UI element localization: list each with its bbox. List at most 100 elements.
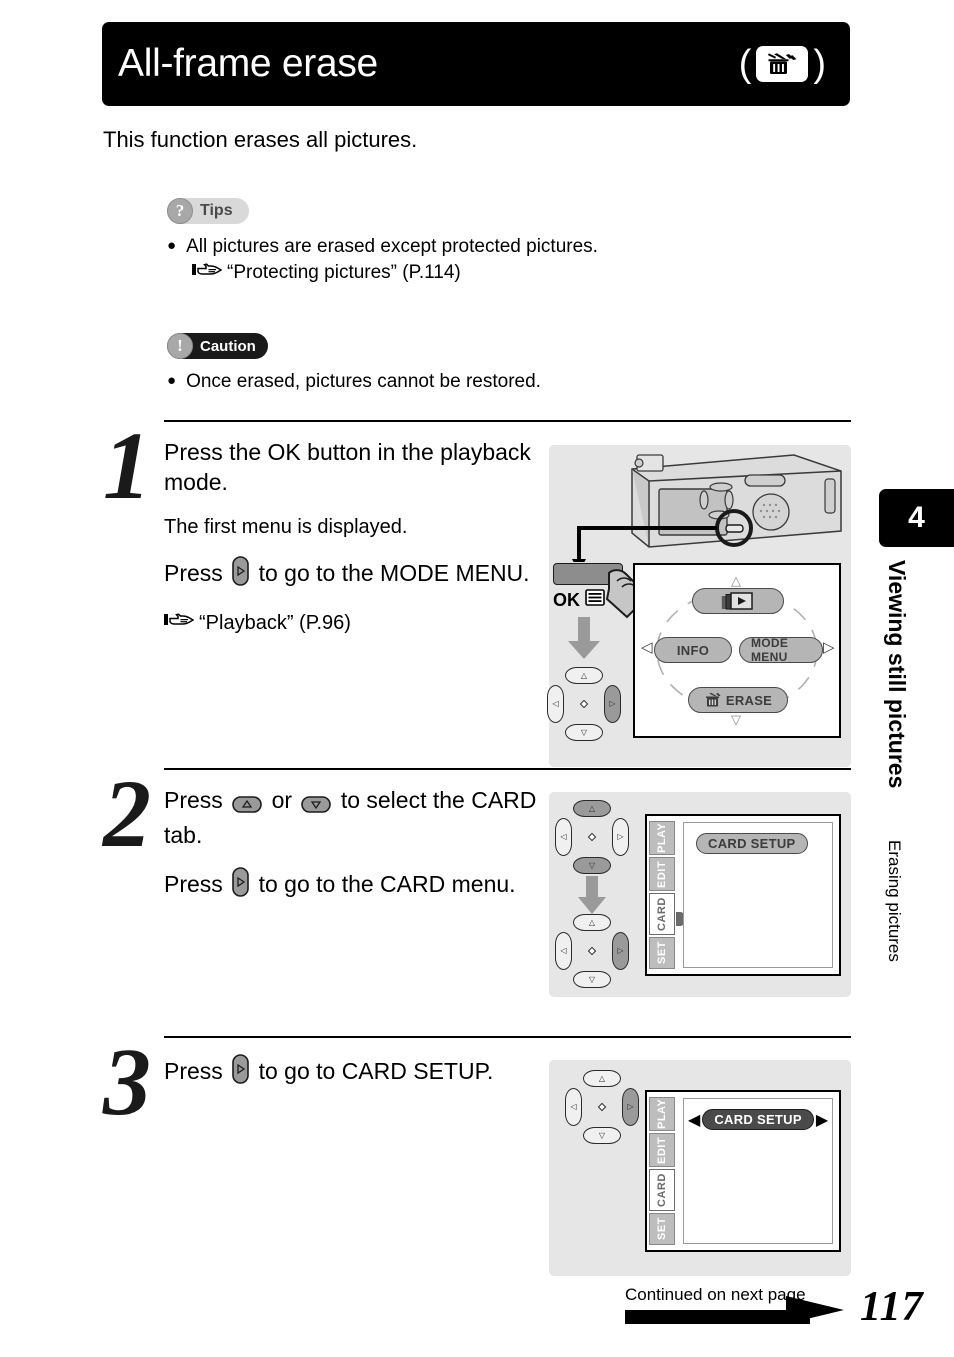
caution-badge: ! Caution: [167, 333, 268, 359]
arrow-key-right[interactable]: ▷: [622, 1088, 639, 1126]
step-1-reference: “Playback” (P.96): [164, 610, 544, 636]
step-3-line-1: Press to go to CARD SETUP.: [164, 1054, 584, 1092]
menu-tab-play[interactable]: PLAY: [649, 821, 675, 855]
caution-badge-label: Caution: [200, 337, 256, 355]
pointing-hand-icon: [192, 261, 223, 285]
tips-reference: “Protecting pictures” (P.114): [192, 261, 598, 285]
step-3-body: Press to go to CARD SETUP.: [164, 1054, 584, 1108]
step-1-line-3: Press to go to the MODE MENU.: [164, 555, 544, 594]
menu-entry-card-setup-group: ◀ CARD SETUP ▶: [688, 1109, 828, 1130]
chapter-title: Viewing still pictures: [884, 560, 910, 789]
tips-badge: ? Tips: [167, 198, 249, 224]
right-arrow-key-icon: [232, 1054, 249, 1092]
menu-item-playback[interactable]: [692, 588, 784, 614]
menu-content-area: ◀ CARD SETUP ▶: [683, 1098, 833, 1244]
step-1-line-2: The first menu is displayed.: [164, 515, 408, 538]
step-2-line-1: Press or to select the CARD tab.: [164, 786, 544, 851]
bullet-dot-icon: ●: [167, 237, 177, 254]
step-2-line-1-before: Press: [164, 787, 223, 813]
menu-entry-card-setup[interactable]: CARD SETUP: [702, 1109, 814, 1130]
menu-tab-card[interactable]: CARD: [649, 893, 675, 935]
menu-right-triangle-icon: ▷: [823, 639, 835, 656]
pointing-hand-icon: [164, 610, 195, 636]
arrow-pad[interactable]: △ ◁ ▷ ▽: [565, 1070, 639, 1144]
arrow-pad-lower[interactable]: △ ◁ ▷ ▽: [555, 914, 629, 988]
arrow-key-right[interactable]: ▷: [604, 685, 621, 723]
arrow-key-down[interactable]: ▽: [573, 971, 611, 988]
menu-down-triangle-icon: ▽: [731, 712, 741, 727]
page-number: 117: [860, 1284, 924, 1330]
step-2-line-2-before: Press: [164, 870, 223, 897]
menu-tab-play[interactable]: PLAY: [649, 1097, 675, 1131]
arrow-pad-upper[interactable]: △ ◁ ▷ ▽: [555, 800, 629, 874]
step-1-divider: [164, 420, 851, 422]
down-arrow-key-icon: [301, 791, 332, 821]
caution-bullet: ● Once erased, pictures cannot be restor…: [167, 370, 541, 394]
right-triangle-icon: ▶: [815, 1111, 829, 1129]
arrow-pad-center: [587, 946, 597, 956]
question-mark-icon: ?: [167, 198, 193, 224]
menu-tab-set[interactable]: SET: [649, 937, 675, 969]
menu-tab-set[interactable]: SET: [649, 1213, 675, 1245]
step-2-body: Press or to select the CARD tab. Press t…: [164, 786, 544, 921]
step-2-line-2-after: to go to the CARD menu.: [258, 870, 516, 897]
section-title: Erasing pictures: [885, 840, 904, 962]
tips-reference-text: “Protecting pictures” (P.114): [227, 261, 461, 283]
menu-entry-card-setup[interactable]: CARD SETUP: [696, 833, 808, 854]
arrow-key-right[interactable]: ▷: [612, 818, 629, 856]
camera-back-illustration: [572, 454, 842, 562]
arrow-pad[interactable]: △ ◁ ▷ ▽: [547, 667, 621, 741]
arrow-key-up[interactable]: △: [573, 800, 611, 817]
menu-left-triangle-icon: ◁: [641, 639, 653, 656]
menu-item-erase[interactable]: ERASE: [688, 687, 788, 713]
erase-trash-icon: [756, 46, 809, 82]
step-2-line-1-mid: or: [271, 787, 293, 813]
exclamation-mark-icon: !: [167, 333, 193, 359]
menu-item-mode-menu[interactable]: MODE MENU: [739, 636, 823, 664]
tips-bullet-text: All pictures are erased except protected…: [186, 236, 598, 257]
close-paren: ): [813, 43, 826, 85]
tips-block: ? Tips ● All pictures are erased except …: [167, 198, 598, 285]
up-arrow-key-icon: [232, 791, 262, 821]
arrow-key-down[interactable]: ▽: [583, 1127, 621, 1144]
menu-tab-card[interactable]: CARD: [649, 1169, 675, 1211]
step-1-diagram: OK △ ◁ ▷ ▽ △ ◁ INFO MODE MENU ▷ ERASE ▽: [547, 445, 851, 767]
menu-item-info[interactable]: INFO: [654, 637, 732, 663]
menu-tab-column: PLAY EDIT CARD SET: [647, 1092, 677, 1250]
step-2: 2 Press or to select the CARD tab. Press…: [103, 760, 851, 1018]
erase-trash-icon: [705, 692, 721, 707]
arrow-pad-center: [579, 699, 589, 709]
title-icon-group: ( ): [739, 45, 826, 83]
arrow-key-down[interactable]: ▽: [573, 857, 611, 874]
step-1: 1 Press the OK button in the playback mo…: [103, 417, 851, 770]
down-arrow-icon: [568, 617, 600, 659]
arrow-key-up[interactable]: △: [583, 1070, 621, 1087]
menu-tab-edit[interactable]: EDIT: [649, 1133, 675, 1167]
arrow-key-left[interactable]: ◁: [547, 685, 564, 723]
arrow-key-up[interactable]: △: [573, 914, 611, 931]
arrow-key-left[interactable]: ◁: [555, 932, 572, 970]
step-1-line-3-before: Press: [164, 559, 223, 586]
first-menu-screen: △ ◁ INFO MODE MENU ▷ ERASE ▽: [633, 563, 841, 738]
step-3-line-1-before: Press: [164, 1058, 223, 1084]
menu-tab-column: PLAY EDIT CARD SET: [647, 816, 677, 974]
continued-note: Continued on next page: [625, 1285, 806, 1304]
bullet-dot-icon: ●: [167, 372, 177, 389]
arrow-key-left[interactable]: ◁: [565, 1088, 582, 1126]
step-3-divider: [164, 1036, 851, 1038]
down-arrow-icon: [578, 876, 606, 914]
menu-tab-edit[interactable]: EDIT: [649, 857, 675, 891]
step-3-diagram: △ ◁ ▷ ▽ PLAY EDIT CARD SET ◀ CARD SETUP: [549, 1060, 851, 1276]
step-2-line-2: Press to go to the CARD menu.: [164, 866, 544, 905]
arrow-key-right[interactable]: ▷: [612, 932, 629, 970]
step-1-line-3-after: to go to the MODE MENU.: [258, 559, 530, 586]
arrow-key-left[interactable]: ◁: [555, 818, 572, 856]
step-2-number: 2: [103, 760, 151, 867]
right-arrow-key-icon: [232, 866, 249, 905]
arrow-key-up[interactable]: △: [565, 667, 603, 684]
page-title-bar: All-frame erase (): [102, 22, 850, 106]
step-2-diagram: △ ◁ ▷ ▽ △ ◁ ▷ ▽ PLAY EDIT CARD SET CARD …: [549, 792, 851, 997]
chapter-number-tab: 4: [879, 489, 954, 547]
page-title: All-frame erase: [118, 42, 378, 85]
arrow-key-down[interactable]: ▽: [565, 724, 603, 741]
